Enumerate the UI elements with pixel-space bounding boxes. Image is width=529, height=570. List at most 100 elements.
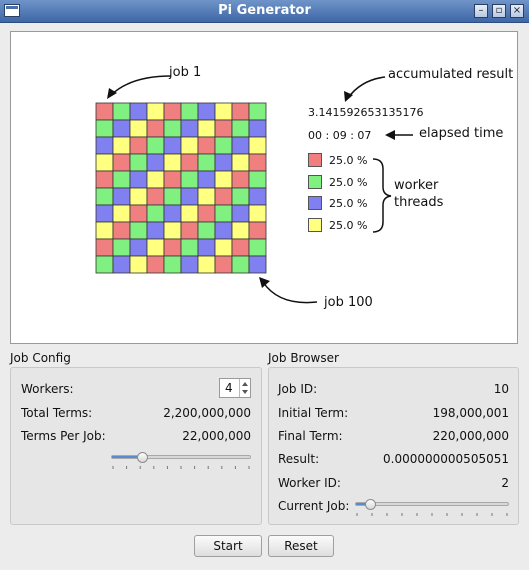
legend-percent: 25.0 % xyxy=(329,197,368,210)
job-cell xyxy=(146,119,165,138)
current-job-slider[interactable] xyxy=(355,502,509,506)
job-cell xyxy=(214,136,233,155)
job-id-label: Job ID: xyxy=(278,382,318,396)
job-cell xyxy=(231,204,250,223)
job-cell xyxy=(163,153,182,172)
job-cell xyxy=(129,238,148,257)
job-cell xyxy=(248,136,267,155)
job-cell xyxy=(197,153,216,172)
job-cell xyxy=(214,204,233,223)
job100-label: job 100 xyxy=(324,295,373,310)
job-cell xyxy=(112,119,131,138)
job-browser-group: Job ID: 10 Initial Term: 198,000,001 Fin… xyxy=(268,367,519,525)
job-cell xyxy=(129,170,148,189)
job1-arrow xyxy=(110,75,172,96)
result-value-field: 0.000000000505051 xyxy=(383,452,509,466)
elapsed-time: 00 : 09 : 07 xyxy=(308,129,372,142)
spin-arrows-icon[interactable] xyxy=(239,379,250,397)
slider-handle[interactable] xyxy=(136,452,148,463)
job-grid xyxy=(95,102,267,274)
start-button[interactable]: Start xyxy=(194,535,262,557)
job1-label: job 1 xyxy=(169,65,202,80)
worker-threads-label-1: worker xyxy=(394,178,439,193)
current-job-label: Current Job: xyxy=(278,499,350,513)
job-cell xyxy=(248,204,267,223)
job-cell xyxy=(180,187,199,206)
job-cell xyxy=(163,187,182,206)
job-cell xyxy=(197,255,216,274)
job-cell xyxy=(214,238,233,257)
workers-spinbox[interactable]: 4 xyxy=(219,378,251,398)
close-button[interactable]: × xyxy=(510,4,524,18)
job-cell xyxy=(129,204,148,223)
job-cell xyxy=(95,102,114,121)
job-cell xyxy=(231,102,250,121)
job-cell xyxy=(112,153,131,172)
job-cell xyxy=(95,255,114,274)
job-cell xyxy=(231,136,250,155)
job-cell xyxy=(214,119,233,138)
job-cell xyxy=(129,221,148,240)
job100-arrowhead xyxy=(259,277,270,288)
job-cell xyxy=(197,238,216,257)
job-cell xyxy=(163,102,182,121)
job-cell xyxy=(231,170,250,189)
legend-swatch xyxy=(308,218,322,232)
job-cell xyxy=(112,238,131,257)
reset-button[interactable]: Reset xyxy=(268,535,334,557)
total-terms-value: 2,200,000,000 xyxy=(163,406,251,420)
job-cell xyxy=(231,255,250,274)
job-cell xyxy=(146,238,165,257)
result-value: 3.141592653135176 xyxy=(308,106,424,119)
job-cell xyxy=(248,170,267,189)
job-cell xyxy=(197,221,216,240)
job-cell xyxy=(146,255,165,274)
job-cell xyxy=(146,102,165,121)
workers-value: 4 xyxy=(225,381,233,395)
minimize-button[interactable]: – xyxy=(474,4,488,18)
job-cell xyxy=(248,238,267,257)
job-cell xyxy=(112,187,131,206)
job-cell xyxy=(214,153,233,172)
terms-per-job-value: 22,000,000 xyxy=(182,429,251,443)
job-cell xyxy=(214,255,233,274)
job-cell xyxy=(95,238,114,257)
job-cell xyxy=(180,119,199,138)
job-cell xyxy=(197,136,216,155)
final-term-label: Final Term: xyxy=(278,429,343,443)
elapsed-time-label: elapsed time xyxy=(419,126,504,141)
total-terms-label: Total Terms: xyxy=(21,406,93,420)
title-bar: Pi Generator – ▫ × xyxy=(0,0,529,23)
slider-ticks xyxy=(356,513,508,516)
terms-per-job-slider[interactable] xyxy=(111,455,251,459)
job-cell xyxy=(248,187,267,206)
job-config-group: Workers: 4 Total Terms: 2,200,000,000 Te… xyxy=(10,367,262,525)
maximize-button[interactable]: ▫ xyxy=(492,4,506,18)
initial-term-label: Initial Term: xyxy=(278,406,349,420)
worker-id-label: Worker ID: xyxy=(278,476,341,490)
job-cell xyxy=(95,119,114,138)
job-cell xyxy=(197,204,216,223)
job-cell xyxy=(180,204,199,223)
legend-swatch xyxy=(308,175,322,189)
worker-id-value: 2 xyxy=(501,476,509,490)
slider-handle[interactable] xyxy=(365,499,377,510)
job-cell xyxy=(180,221,199,240)
initial-term-value: 198,000,001 xyxy=(432,406,509,420)
job-cell xyxy=(163,136,182,155)
job-cell xyxy=(112,255,131,274)
job-cell xyxy=(214,187,233,206)
job-cell xyxy=(129,102,148,121)
job-cell xyxy=(112,136,131,155)
job1-arrowhead xyxy=(107,88,117,99)
job-cell xyxy=(163,255,182,274)
job-cell xyxy=(146,187,165,206)
legend-percent: 25.0 % xyxy=(329,176,368,189)
job-cell xyxy=(231,221,250,240)
job-config-title: Job Config xyxy=(10,351,71,365)
job-cell xyxy=(95,136,114,155)
job-cell xyxy=(231,119,250,138)
job-cell xyxy=(146,170,165,189)
job-cell xyxy=(112,170,131,189)
job-cell xyxy=(163,238,182,257)
